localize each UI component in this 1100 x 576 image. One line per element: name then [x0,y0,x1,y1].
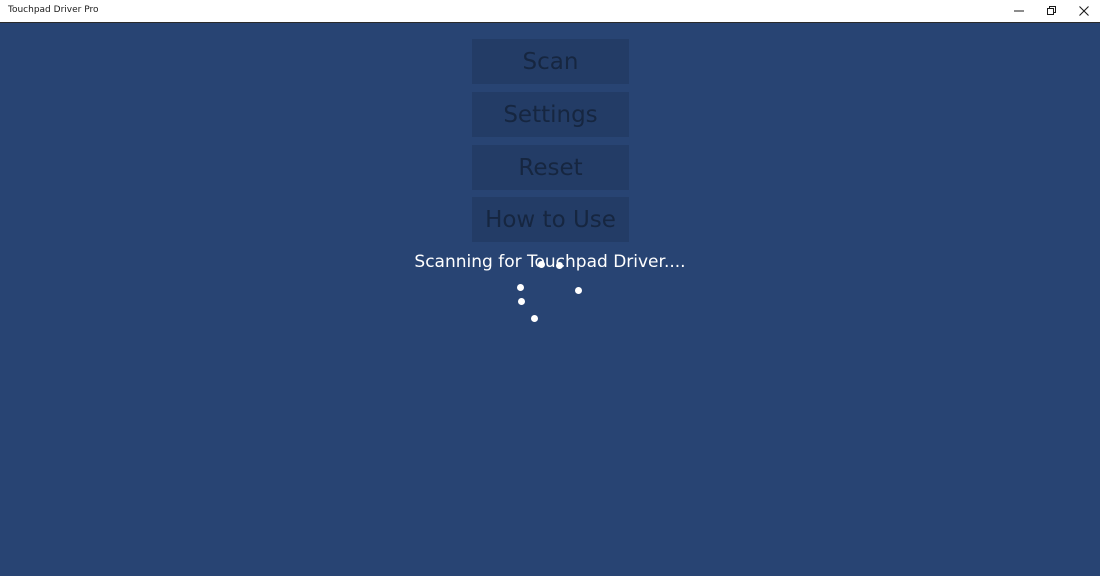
progress-dot [538,261,545,268]
restore-button[interactable] [1035,0,1067,22]
title-bar: Touchpad Driver Pro [0,0,1100,23]
close-icon [1079,6,1089,16]
restore-icon [1047,6,1056,15]
window-title: Touchpad Driver Pro [8,5,99,15]
minimize-button[interactable] [1003,0,1035,22]
progress-dot [518,298,525,305]
scan-button[interactable]: Scan [472,39,629,84]
progress-dot [556,262,563,269]
progress-dot [531,315,538,322]
how-to-use-button[interactable]: How to Use [472,197,629,242]
progress-dot [517,284,524,291]
close-button[interactable] [1068,0,1100,22]
app-window: Touchpad Driver Pro Scan Settings Reset … [0,0,1100,576]
progress-dot [575,287,582,294]
reset-button[interactable]: Reset [472,145,629,190]
settings-button[interactable]: Settings [472,92,629,137]
scanning-status: Scanning for Touchpad Driver.... [414,252,686,272]
minimize-icon [1014,10,1024,12]
